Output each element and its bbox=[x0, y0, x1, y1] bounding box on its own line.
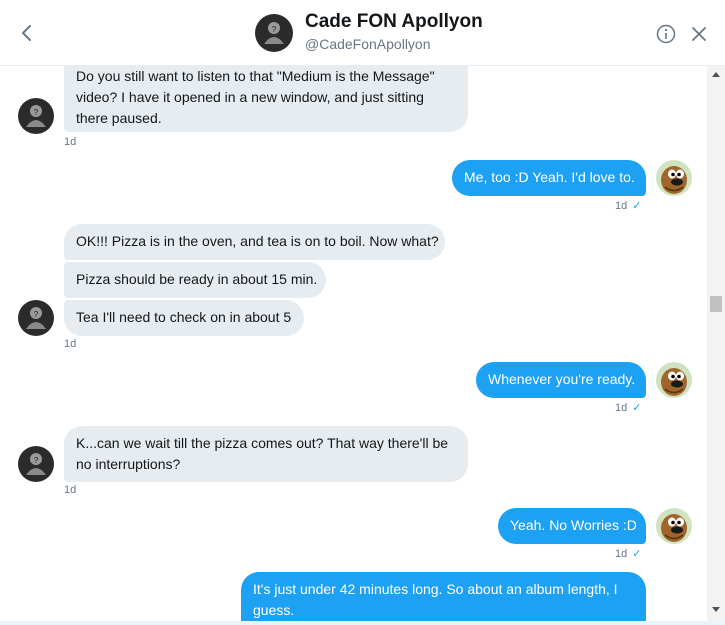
sender-avatar[interactable]: ? bbox=[18, 446, 54, 482]
sender-avatar[interactable]: ? bbox=[18, 98, 54, 134]
message-thread[interactable]: Do you still want to listen to that "Med… bbox=[0, 66, 707, 621]
message-bubble-outgoing[interactable]: Me, too :D Yeah. I'd love to. bbox=[452, 160, 646, 196]
user-avatar[interactable] bbox=[656, 362, 692, 398]
message-line: K...can we wait till the pizza comes out… bbox=[76, 435, 449, 451]
contact-handle[interactable]: @CadeFonApollyon bbox=[305, 36, 431, 52]
message-bubble-incoming[interactable]: Pizza should be ready in about 15 min. bbox=[64, 262, 326, 298]
svg-text:?: ? bbox=[34, 456, 39, 465]
message-bubble-outgoing[interactable]: Yeah. No Worries :D bbox=[498, 508, 646, 544]
message-line: Yeah. No Worries :D bbox=[510, 517, 637, 533]
conversation-header: ? Cade FON Apollyon @CadeFonApollyon bbox=[0, 0, 725, 66]
message-line: guess. bbox=[253, 602, 295, 618]
message-line: It's just under 42 minutes long. So abou… bbox=[253, 581, 618, 597]
scroll-down-arrow-icon[interactable] bbox=[711, 606, 721, 614]
check-icon: ✓ bbox=[632, 200, 642, 212]
svg-text:?: ? bbox=[34, 108, 39, 117]
timestamp-text: 1d bbox=[615, 548, 628, 560]
check-icon: ✓ bbox=[632, 548, 642, 560]
message-bubble-incoming[interactable]: OK!!! Pizza is in the oven, and tea is o… bbox=[64, 224, 445, 260]
message-line: Pizza should be ready in about 15 min. bbox=[76, 271, 318, 287]
message-timestamp: 1d bbox=[64, 484, 77, 496]
message-line: video? I have it opened in a new window,… bbox=[76, 89, 424, 105]
contact-avatar[interactable]: ? bbox=[255, 14, 293, 52]
message-bubble-incoming[interactable]: Do you still want to listen to that "Med… bbox=[64, 66, 468, 132]
message-bubble-incoming[interactable]: K...can we wait till the pizza comes out… bbox=[64, 426, 468, 482]
close-icon[interactable] bbox=[689, 24, 709, 44]
message-timestamp: 1d ✓ bbox=[615, 401, 641, 414]
timestamp-text: 1d bbox=[615, 200, 628, 212]
check-icon: ✓ bbox=[632, 402, 642, 414]
message-line: Do you still want to listen to that "Med… bbox=[76, 68, 435, 84]
timestamp-text: 1d bbox=[615, 402, 628, 414]
message-line: Tea I'll need to check on in about 5 bbox=[76, 309, 292, 325]
message-bubble-outgoing[interactable]: It's just under 42 minutes long. So abou… bbox=[241, 572, 646, 621]
scrollbar-thumb[interactable] bbox=[710, 296, 722, 312]
svg-text:?: ? bbox=[34, 310, 39, 319]
message-timestamp: 1d ✓ bbox=[615, 199, 641, 212]
back-arrow-icon[interactable] bbox=[14, 20, 40, 46]
svg-text:?: ? bbox=[272, 25, 277, 34]
scroll-up-arrow-icon[interactable] bbox=[711, 70, 721, 78]
message-timestamp: 1d ✓ bbox=[615, 547, 641, 560]
message-timestamp: 1d bbox=[64, 338, 77, 350]
message-line: OK!!! Pizza is in the oven, and tea is o… bbox=[76, 233, 439, 249]
message-bubble-outgoing[interactable]: Whenever you're ready. bbox=[476, 362, 646, 398]
message-line: Me, too :D Yeah. I'd love to. bbox=[464, 169, 635, 185]
message-timestamp: 1d bbox=[64, 136, 77, 148]
scrollbar[interactable] bbox=[707, 66, 725, 621]
message-line: no interruptions? bbox=[76, 456, 181, 472]
user-avatar[interactable] bbox=[656, 508, 692, 544]
message-line: there paused. bbox=[76, 110, 162, 126]
sender-avatar[interactable]: ? bbox=[18, 300, 54, 336]
info-icon[interactable] bbox=[655, 23, 677, 45]
message-line: Whenever you're ready. bbox=[488, 371, 636, 387]
user-avatar[interactable] bbox=[656, 160, 692, 196]
composer-edge bbox=[0, 621, 725, 625]
message-bubble-incoming[interactable]: Tea I'll need to check on in about 5 bbox=[64, 300, 304, 336]
contact-name: Cade FON Apollyon bbox=[305, 11, 483, 32]
